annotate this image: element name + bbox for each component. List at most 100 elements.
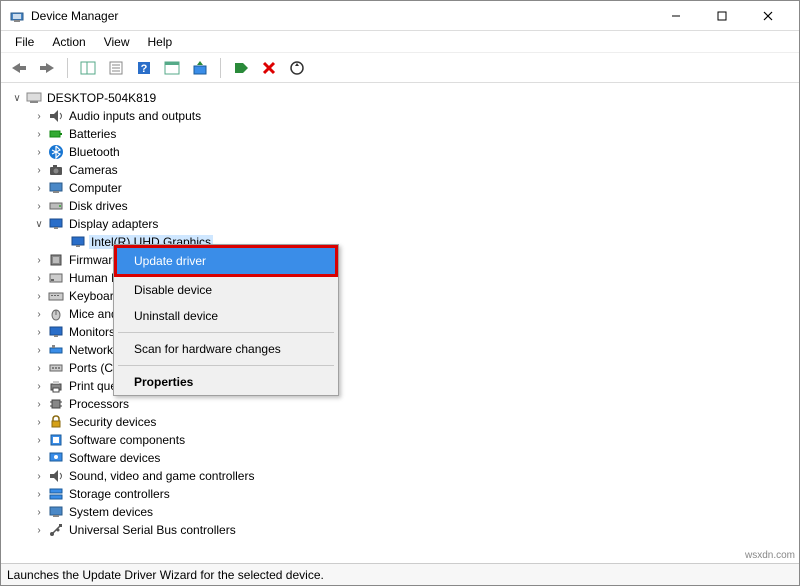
tree-node-display[interactable]: ∨Display adapters [31, 215, 797, 233]
tree-root-label: DESKTOP-504K819 [45, 91, 158, 105]
audio-icon [48, 108, 64, 124]
software-device-icon [48, 450, 64, 466]
tree-node-systemdev[interactable]: ›System devices [31, 503, 797, 521]
disk-icon [48, 198, 64, 214]
properties-button[interactable] [104, 56, 128, 80]
display-icon [48, 216, 64, 232]
expander-closed-icon[interactable]: › [33, 128, 45, 140]
uninstall-device-button[interactable] [257, 56, 281, 80]
expander-closed-icon[interactable]: › [33, 254, 45, 266]
menubar: File Action View Help [1, 31, 799, 53]
tree-node-sound[interactable]: ›Sound, video and game controllers [31, 467, 797, 485]
network-icon [48, 342, 64, 358]
tree-node-processors[interactable]: ›Processors [31, 395, 797, 413]
window-controls [653, 1, 791, 31]
update-driver-button[interactable] [188, 56, 212, 80]
software-component-icon [48, 432, 64, 448]
refresh-button[interactable] [160, 56, 184, 80]
statusbar: Launches the Update Driver Wizard for th… [1, 563, 799, 585]
sound-icon [48, 468, 64, 484]
ctx-update-driver[interactable]: Update driver [114, 245, 338, 277]
security-icon [48, 414, 64, 430]
printer-icon [48, 378, 64, 394]
tree-node-usb[interactable]: ›Universal Serial Bus controllers [31, 521, 797, 539]
tree-node-batteries[interactable]: ›Batteries [31, 125, 797, 143]
tree-node-storagectrl[interactable]: ›Storage controllers [31, 485, 797, 503]
expander-closed-icon[interactable]: › [33, 488, 45, 500]
menu-help[interactable]: Help [140, 33, 181, 51]
expander-closed-icon[interactable]: › [33, 326, 45, 338]
ctx-disable-device[interactable]: Disable device [114, 277, 338, 303]
scan-hardware-button[interactable] [285, 56, 309, 80]
ctx-uninstall-device[interactable]: Uninstall device [114, 303, 338, 329]
storage-controller-icon [48, 486, 64, 502]
show-hide-console-button[interactable] [76, 56, 100, 80]
back-button[interactable] [7, 56, 31, 80]
close-button[interactable] [745, 1, 791, 31]
maximize-button[interactable] [699, 1, 745, 31]
titlebar: Device Manager [1, 1, 799, 31]
expander-closed-icon[interactable]: › [33, 272, 45, 284]
minimize-button[interactable] [653, 1, 699, 31]
tree-root-node[interactable]: ∨ DESKTOP-504K819 [9, 89, 797, 107]
tree-node-bluetooth[interactable]: ›Bluetooth [31, 143, 797, 161]
expander-closed-icon[interactable]: › [33, 470, 45, 482]
watermark: wsxdn.com [745, 550, 795, 561]
expander-closed-icon[interactable]: › [33, 290, 45, 302]
battery-icon [48, 126, 64, 142]
expander-closed-icon[interactable]: › [33, 146, 45, 158]
tree-node-audio[interactable]: ›Audio inputs and outputs [31, 107, 797, 125]
toolbar: ? [1, 53, 799, 83]
expander-closed-icon[interactable]: › [33, 164, 45, 176]
tree-node-swcomp[interactable]: ›Software components [31, 431, 797, 449]
expander-closed-icon[interactable]: › [33, 506, 45, 518]
processor-icon [48, 396, 64, 412]
expander-open-icon[interactable]: ∨ [33, 218, 45, 230]
app-icon [9, 8, 25, 24]
ctx-separator [118, 332, 334, 333]
display-icon [70, 234, 86, 250]
svg-text:?: ? [141, 63, 148, 75]
bluetooth-icon [48, 144, 64, 160]
expander-closed-icon[interactable]: › [33, 110, 45, 122]
expander-closed-icon[interactable]: › [33, 524, 45, 536]
expander-closed-icon[interactable]: › [33, 344, 45, 356]
ctx-separator [118, 365, 334, 366]
statusbar-text: Launches the Update Driver Wizard for th… [7, 568, 324, 582]
window-title: Device Manager [31, 9, 653, 23]
expander-closed-icon[interactable]: › [33, 182, 45, 194]
enable-device-button[interactable] [229, 56, 253, 80]
menu-action[interactable]: Action [44, 33, 93, 51]
tree-node-swdev[interactable]: ›Software devices [31, 449, 797, 467]
mouse-icon [48, 306, 64, 322]
expander-closed-icon[interactable]: › [33, 434, 45, 446]
expander-closed-icon[interactable]: › [33, 452, 45, 464]
expander-closed-icon[interactable]: › [33, 380, 45, 392]
hid-icon [48, 270, 64, 286]
context-menu: Update driver Disable device Uninstall d… [113, 244, 339, 396]
usb-icon [48, 522, 64, 538]
tree-node-disk[interactable]: ›Disk drives [31, 197, 797, 215]
camera-icon [48, 162, 64, 178]
expander-closed-icon[interactable]: › [33, 398, 45, 410]
expander-closed-icon[interactable]: › [33, 200, 45, 212]
tree-node-computer[interactable]: ›Computer [31, 179, 797, 197]
tree-node-cameras[interactable]: ›Cameras [31, 161, 797, 179]
expander-closed-icon[interactable]: › [33, 416, 45, 428]
menu-file[interactable]: File [7, 33, 42, 51]
expander-open-icon[interactable]: ∨ [11, 92, 23, 104]
menu-view[interactable]: View [96, 33, 138, 51]
ports-icon [48, 360, 64, 376]
ctx-scan-hardware[interactable]: Scan for hardware changes [114, 336, 338, 362]
system-device-icon [48, 504, 64, 520]
computer-icon [48, 180, 64, 196]
expander-closed-icon[interactable]: › [33, 362, 45, 374]
expander-closed-icon[interactable]: › [33, 308, 45, 320]
device-tree[interactable]: ∨ DESKTOP-504K819 ›Audio inputs and outp… [1, 83, 799, 565]
ctx-properties[interactable]: Properties [114, 369, 338, 395]
firmware-icon [48, 252, 64, 268]
tree-node-security[interactable]: ›Security devices [31, 413, 797, 431]
forward-button[interactable] [35, 56, 59, 80]
computer-icon [26, 90, 42, 106]
help-button[interactable]: ? [132, 56, 156, 80]
